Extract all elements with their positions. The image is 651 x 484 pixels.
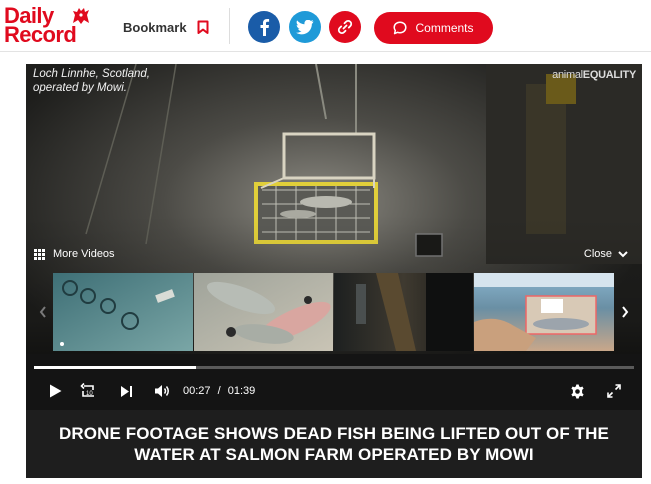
twitter-share-button[interactable]	[289, 11, 321, 43]
bookmark-label: Bookmark	[123, 19, 187, 35]
svg-text:10: 10	[86, 391, 93, 397]
header-divider	[229, 8, 230, 44]
player-controls: 10 00:27 / 01:39	[26, 376, 642, 406]
more-videos-toggle[interactable]: More Videos	[34, 248, 115, 260]
play-button[interactable]	[42, 376, 68, 406]
time-separator: /	[217, 385, 221, 397]
facebook-share-button[interactable]	[248, 11, 280, 43]
next-video-button[interactable]	[113, 376, 139, 406]
chevron-right-icon	[622, 306, 629, 318]
duration: 01:39	[227, 385, 256, 397]
link-icon	[337, 20, 353, 34]
chevron-left-icon	[39, 306, 46, 318]
watermark-bold: EQUALITY	[582, 69, 637, 81]
caption-line-1: Loch Linnhe, Scotland,	[33, 68, 151, 80]
video-progress-bar[interactable]	[34, 366, 634, 369]
twitter-icon	[296, 19, 314, 34]
video-player[interactable]: Loch Linnhe, Scotland, operated by Mowi.…	[26, 64, 642, 410]
video-headline-bar: DRONE FOOTAGE SHOWS DEAD FISH BEING LIFT…	[26, 410, 642, 478]
caption-line-2: operated by Mowi.	[33, 82, 127, 94]
video-progress-fill	[34, 366, 196, 369]
daily-record-logo[interactable]: Daily Record	[4, 4, 96, 48]
thumbnail-video-4[interactable]	[474, 273, 614, 351]
bookmark-button[interactable]: Bookmark	[123, 16, 209, 38]
thumbnails-prev-button[interactable]	[34, 272, 52, 352]
playback-time: 00:27 / 01:39	[181, 385, 257, 397]
volume-icon	[154, 385, 169, 397]
animal-equality-watermark: animalEQUALITY	[552, 69, 636, 81]
close-label: Close	[583, 248, 612, 260]
grid-icon	[34, 248, 45, 260]
replay-10-button[interactable]: 10	[76, 376, 102, 406]
watermark-light: animal	[552, 69, 583, 81]
copy-link-button[interactable]	[329, 11, 361, 43]
video-headline: DRONE FOOTAGE SHOWS DEAD FISH BEING LIFT…	[59, 424, 609, 464]
thumbnail-video-3[interactable]	[334, 273, 473, 351]
close-more-videos-button[interactable]: Close	[584, 248, 628, 260]
logo-word-record: Record	[4, 22, 77, 47]
settings-button[interactable]	[564, 376, 590, 406]
facebook-icon	[260, 19, 270, 36]
current-time: 00:27	[183, 385, 211, 397]
replay-10-icon: 10	[80, 382, 94, 397]
skip-next-icon	[120, 385, 132, 397]
fullscreen-icon	[607, 384, 621, 398]
thumbnails-next-button[interactable]	[616, 272, 634, 352]
bookmark-icon	[197, 20, 209, 34]
gear-icon	[570, 384, 584, 398]
speech-bubble-icon	[393, 21, 408, 35]
site-header: Daily Record Bookmark Comments	[0, 0, 651, 52]
thumbnail-video-1[interactable]	[53, 273, 193, 351]
more-videos-label: More Videos	[53, 248, 115, 260]
fullscreen-button[interactable]	[601, 376, 627, 406]
comments-button[interactable]: Comments	[374, 12, 493, 44]
video-location-caption: Loch Linnhe, Scotland, operated by Mowi.	[33, 67, 150, 95]
comments-label: Comments	[415, 21, 474, 35]
chevron-down-icon	[618, 250, 628, 257]
volume-button[interactable]	[149, 376, 175, 406]
video-frame	[26, 64, 642, 410]
thumbnail-video-2[interactable]	[194, 273, 333, 351]
play-icon	[49, 384, 61, 398]
lion-crest-icon	[73, 8, 89, 24]
